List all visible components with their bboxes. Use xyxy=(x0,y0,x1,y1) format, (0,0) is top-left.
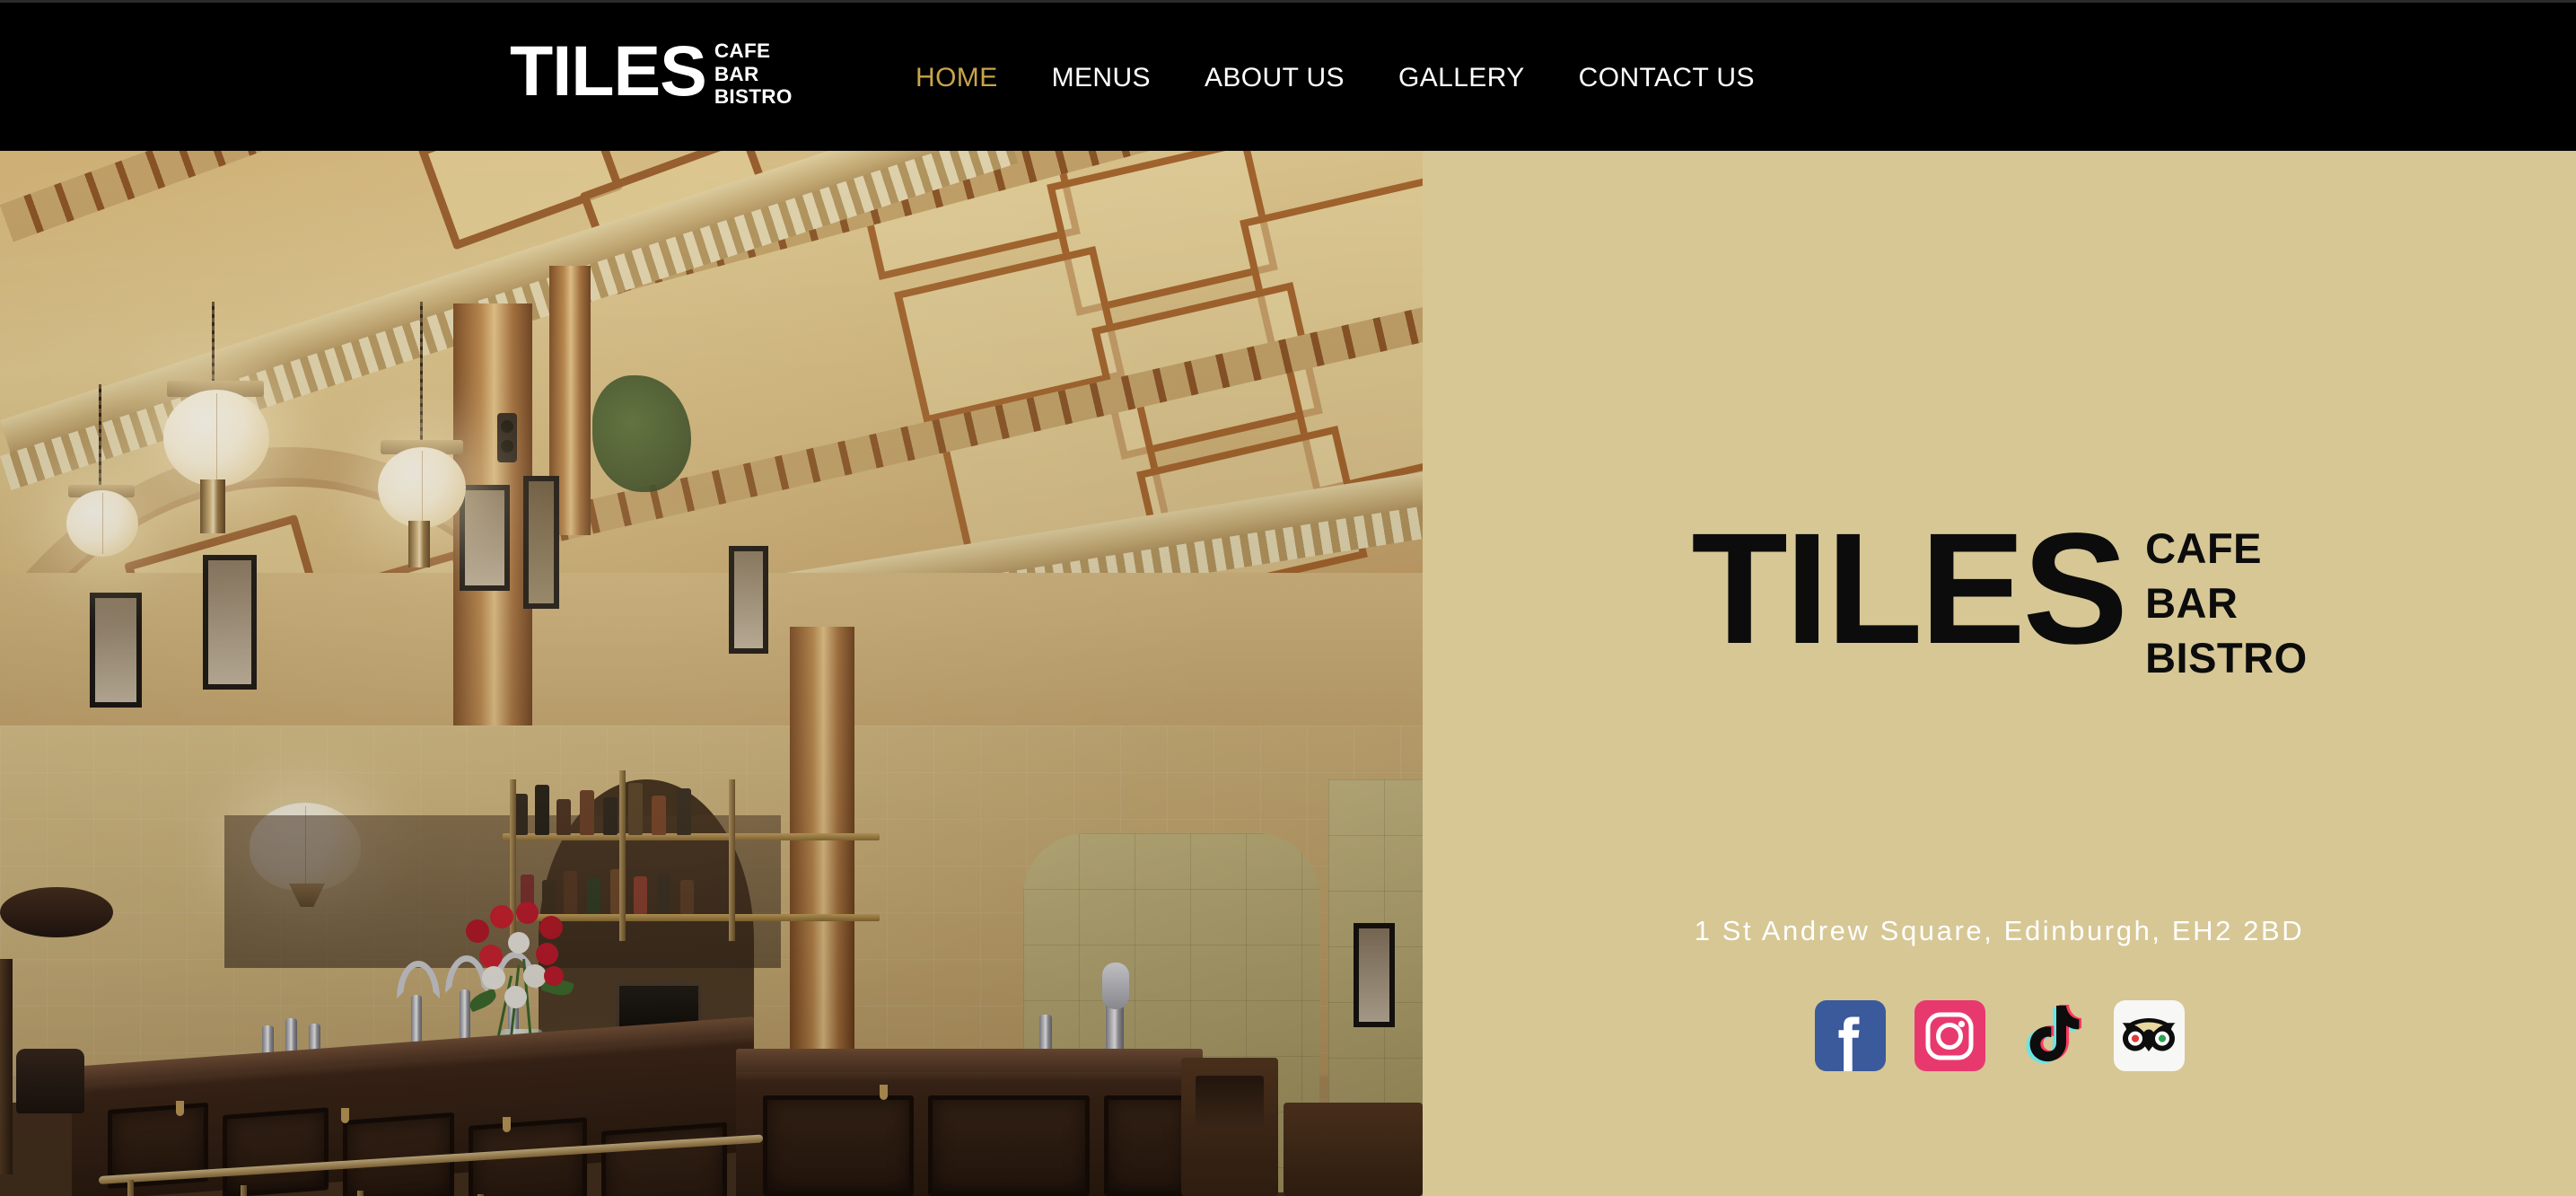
framed-menu xyxy=(460,485,510,591)
hero-section: TILES CAFE BAR BISTRO 1 St Andrew Square… xyxy=(0,151,2576,1196)
instagram-icon[interactable] xyxy=(1914,1000,1985,1071)
main-navigation: HOME MENUS ABOUT US GALLERY CONTACT US xyxy=(916,3,1755,154)
stool-leg xyxy=(0,959,13,1174)
lamp-chain xyxy=(420,302,423,453)
framed-picture xyxy=(729,546,768,654)
lamp-stem xyxy=(200,479,225,533)
bottle xyxy=(628,783,643,835)
interior-photo xyxy=(0,151,1423,1196)
red-rose xyxy=(516,901,539,924)
framed-picture xyxy=(90,593,142,708)
nav-item-contact-us[interactable]: CONTACT US xyxy=(1579,63,1755,93)
bar-panel xyxy=(763,1095,914,1196)
bottle xyxy=(603,797,618,835)
bottle xyxy=(580,790,594,835)
beer-tap-badge xyxy=(1102,963,1129,1009)
tiktok-icon[interactable] xyxy=(2014,1000,2085,1071)
foot-rail-post xyxy=(241,1185,247,1196)
bottle xyxy=(677,788,691,835)
header-logo-subtitle: CAFE BAR BISTRO xyxy=(714,40,793,109)
header-logo-line-bistro: BISTRO xyxy=(714,85,793,108)
red-rose xyxy=(536,943,558,965)
foot-rail-post xyxy=(357,1191,364,1196)
lamp-stem xyxy=(408,521,430,567)
red-rose xyxy=(479,945,503,968)
foot-rail-post xyxy=(127,1180,134,1196)
red-rose xyxy=(544,966,564,986)
hero-logo: TILES CAFE BAR BISTRO xyxy=(1423,510,2576,685)
nav-item-gallery[interactable]: GALLERY xyxy=(1398,63,1525,93)
lamp-chain xyxy=(212,302,215,391)
address-text: 1 St Andrew Square, Edinburgh, EH2 2BD xyxy=(1694,915,2305,946)
pendant-lamp xyxy=(163,390,269,487)
chair-back xyxy=(1196,1076,1264,1130)
hero-logo-line-cafe: CAFE xyxy=(2145,524,2263,572)
tripadvisor-icon[interactable] xyxy=(2113,1000,2185,1071)
nav-item-home[interactable]: HOME xyxy=(916,63,998,93)
hero-logo-word: TILES xyxy=(1691,501,2128,677)
bottle xyxy=(634,876,647,914)
bottle xyxy=(652,796,666,835)
bottle xyxy=(535,785,549,835)
bar-panel xyxy=(928,1095,1090,1196)
framed-picture xyxy=(523,476,559,609)
framed-picture xyxy=(1354,923,1395,1027)
hero-logo-line-bistro: BISTRO xyxy=(2145,634,2308,682)
brass-upright xyxy=(729,779,735,941)
speaker-cone xyxy=(501,420,513,433)
pendant-lamp xyxy=(378,447,466,528)
brass-hook xyxy=(341,1108,349,1123)
white-rose xyxy=(482,966,505,989)
hero-logo-subtitle: CAFE BAR BISTRO xyxy=(2145,521,2308,685)
brass-upright xyxy=(619,770,626,941)
high-table xyxy=(0,887,113,937)
wooden-chair xyxy=(1284,1103,1423,1196)
brass-hook xyxy=(880,1085,888,1100)
red-rose xyxy=(490,905,513,928)
bottle xyxy=(542,880,556,914)
bottle xyxy=(564,871,577,914)
red-rose xyxy=(466,919,489,943)
hero-logo-line-bar: BAR xyxy=(2145,579,2239,627)
column xyxy=(790,627,854,1094)
bottle xyxy=(556,799,571,835)
white-rose xyxy=(508,932,530,954)
header-logo-line-bar: BAR xyxy=(714,62,759,85)
brass-hook xyxy=(503,1117,511,1132)
bottle xyxy=(680,880,694,914)
social-links xyxy=(1423,1000,2576,1071)
facebook-icon[interactable] xyxy=(1814,1000,1886,1071)
bar-panel xyxy=(601,1121,727,1196)
header-logo-word: TILES xyxy=(510,31,707,110)
header-logo[interactable]: TILES CAFE BAR BISTRO xyxy=(510,31,793,110)
red-rose xyxy=(539,916,563,939)
bar-panel xyxy=(223,1107,329,1196)
pendant-lamp xyxy=(66,490,138,557)
speaker-cone xyxy=(501,440,513,453)
site-header: TILES CAFE BAR BISTRO HOME MENUS ABOUT U… xyxy=(0,0,2576,151)
nav-item-about-us[interactable]: ABOUT US xyxy=(1205,63,1345,93)
white-rose xyxy=(504,986,527,1008)
lamp-chain xyxy=(99,384,101,490)
framed-picture xyxy=(203,555,257,690)
header-logo-line-cafe: CAFE xyxy=(714,40,771,62)
bottle xyxy=(657,873,670,914)
nav-item-menus[interactable]: MENUS xyxy=(1052,63,1151,93)
brass-hook xyxy=(176,1101,184,1116)
bar-panel xyxy=(1104,1095,1190,1196)
bottle xyxy=(587,878,600,914)
brand-panel: TILES CAFE BAR BISTRO 1 St Andrew Square… xyxy=(1423,151,2576,1196)
armchair xyxy=(16,1049,84,1113)
